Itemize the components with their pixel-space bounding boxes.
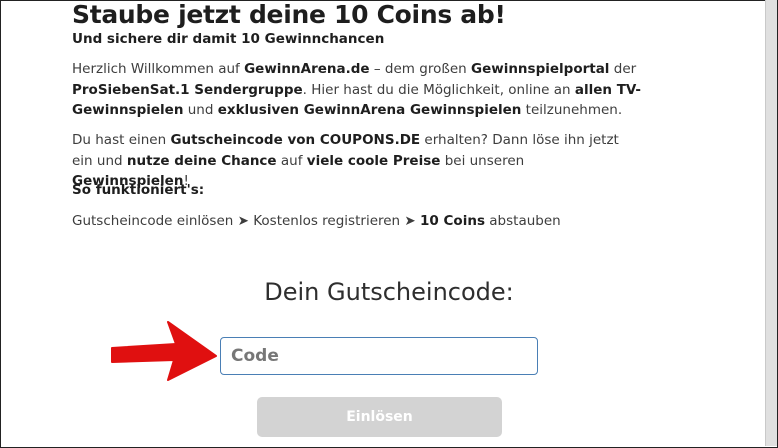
intro-bold: Gewinnspielportal: [470, 61, 610, 77]
intro-text: Herzlich Willkommen auf: [72, 61, 245, 77]
intro-text: teilzunehmen.: [521, 102, 623, 118]
step-3-bold: 10 Coins: [420, 213, 485, 229]
intro-text: . Hier hast du die Möglichkeit, online a…: [302, 81, 575, 98]
coupon-text: bei unseren: [440, 152, 525, 169]
intro-bold: exklusiven GewinnArena Gewinnspielen: [217, 102, 522, 118]
coupon-text: Du hast einen: [72, 132, 171, 148]
step-3: abstauben: [484, 213, 561, 229]
code-input[interactable]: [220, 337, 538, 375]
intro-bold: ProSiebenSat.1 Sendergruppe: [72, 81, 303, 98]
intro-bold: GewinnArena.de: [244, 61, 370, 77]
intro-text: – dem großen: [369, 61, 471, 77]
coupon-bold: nutze deine Chance: [126, 152, 277, 169]
intro-text: und: [183, 102, 218, 118]
step-separator-icon: ➤: [233, 213, 254, 229]
step-separator-icon: ➤: [400, 213, 421, 229]
step-1: Gutscheincode einlösen: [72, 213, 234, 229]
intro-paragraph: Herzlich Willkommen auf GewinnArena.de –…: [72, 59, 642, 121]
redeem-button[interactable]: Einlösen: [257, 397, 502, 437]
page-title: Staube jetzt deine 10 Coins ab!: [72, 0, 506, 29]
page-subtitle: Und sichere dir damit 10 Gewinnchancen: [72, 31, 385, 47]
scrollbar[interactable]: [765, 0, 777, 446]
steps-line: Gutscheincode einlösen ➤ Kostenlos regis…: [72, 213, 561, 229]
code-heading: Dein Gutscheincode:: [264, 278, 514, 306]
red-arrow-icon: [111, 321, 217, 381]
how-it-works-heading: So funktioniert's:: [72, 182, 205, 198]
coupon-bold: viele coole Preise: [306, 152, 441, 169]
intro-text: der: [609, 61, 637, 77]
coupon-text: auf: [276, 152, 307, 169]
coupon-bold: Gutscheincode von COUPONS.DE: [170, 132, 421, 148]
step-2: Kostenlos registrieren: [253, 213, 401, 229]
